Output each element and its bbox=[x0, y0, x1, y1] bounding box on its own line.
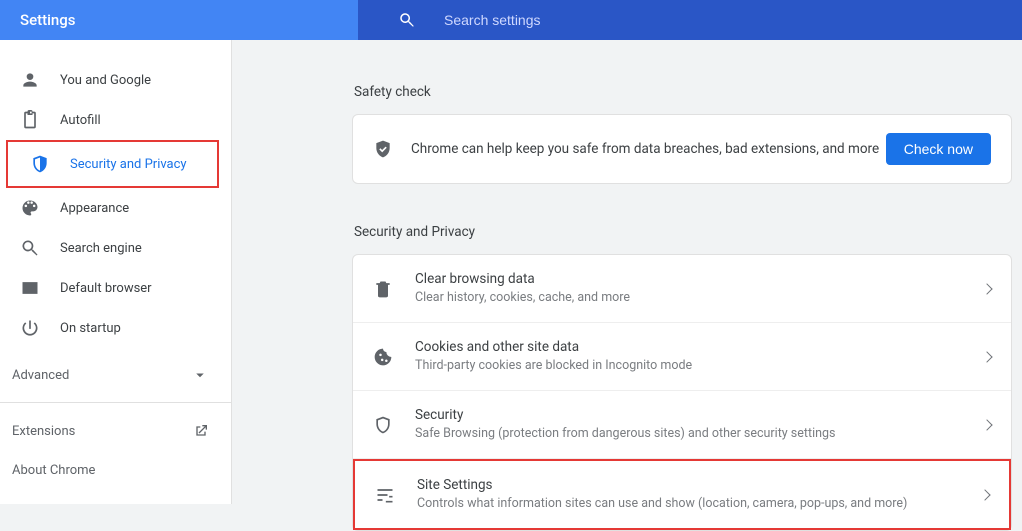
divider bbox=[0, 402, 231, 403]
chevron-right-icon bbox=[981, 283, 992, 294]
row-title: Security bbox=[415, 405, 973, 425]
highlight-security-and-privacy: Security and Privacy bbox=[6, 140, 219, 188]
sidebar-about-chrome-link[interactable]: About Chrome bbox=[0, 451, 231, 490]
safety-check-card: Chrome can help keep you safe from data … bbox=[352, 114, 1012, 184]
app-header: Settings bbox=[0, 0, 1022, 40]
body-wrap: You and Google Autofill Security and Pri… bbox=[0, 40, 1022, 504]
row-desc: Third-party cookies are blocked in Incog… bbox=[415, 357, 973, 376]
row-cookies[interactable]: Cookies and other site data Third-party … bbox=[353, 323, 1011, 391]
sidebar: You and Google Autofill Security and Pri… bbox=[0, 40, 232, 504]
sidebar-item-label: Appearance bbox=[60, 201, 129, 216]
sidebar-item-search-engine[interactable]: Search engine bbox=[0, 228, 223, 268]
security-and-privacy-heading: Security and Privacy bbox=[352, 214, 1012, 254]
safety-check-heading: Safety check bbox=[352, 74, 1012, 114]
row-text: Clear browsing data Clear history, cooki… bbox=[415, 269, 973, 308]
search-input[interactable] bbox=[444, 12, 744, 28]
security-and-privacy-card: Clear browsing data Clear history, cooki… bbox=[352, 254, 1012, 531]
sidebar-item-label: Autofill bbox=[60, 113, 101, 128]
highlight-site-settings: Site Settings Controls what information … bbox=[353, 459, 1011, 530]
open-external-icon bbox=[193, 423, 209, 439]
magnify-icon bbox=[20, 238, 40, 258]
check-now-button[interactable]: Check now bbox=[886, 133, 991, 165]
sidebar-advanced-toggle[interactable]: Advanced bbox=[0, 348, 231, 402]
safety-check-text: Chrome can help keep you safe from data … bbox=[411, 141, 879, 157]
shield-outline-icon bbox=[373, 415, 393, 435]
person-icon bbox=[20, 70, 40, 90]
shield-icon bbox=[30, 154, 50, 174]
header-search-region[interactable] bbox=[358, 0, 1022, 40]
browser-icon bbox=[20, 278, 40, 298]
chevron-right-icon bbox=[981, 419, 992, 430]
row-desc: Clear history, cookies, cache, and more bbox=[415, 289, 973, 308]
sidebar-item-label: Default browser bbox=[60, 281, 152, 296]
sidebar-item-label: You and Google bbox=[60, 73, 151, 88]
chevron-down-icon bbox=[191, 366, 209, 384]
header-title-region: Settings bbox=[0, 0, 358, 40]
chevron-right-icon bbox=[981, 351, 992, 362]
clipboard-icon bbox=[20, 110, 40, 130]
extensions-label: Extensions bbox=[12, 424, 75, 439]
sidebar-extensions-link[interactable]: Extensions bbox=[0, 411, 231, 451]
sidebar-item-on-startup[interactable]: On startup bbox=[0, 308, 223, 348]
sidebar-bottom-links: Extensions About Chrome bbox=[0, 407, 231, 490]
row-desc: Safe Browsing (protection from dangerous… bbox=[415, 425, 973, 444]
search-icon bbox=[398, 11, 416, 29]
advanced-label: Advanced bbox=[12, 368, 69, 383]
sidebar-item-label: Security and Privacy bbox=[70, 157, 187, 172]
row-title: Clear browsing data bbox=[415, 269, 973, 289]
sliders-icon bbox=[375, 485, 395, 505]
sidebar-item-you-and-google[interactable]: You and Google bbox=[0, 60, 223, 100]
about-label: About Chrome bbox=[12, 463, 95, 478]
page-title: Settings bbox=[20, 11, 76, 29]
cookie-icon bbox=[373, 347, 393, 367]
shield-check-icon bbox=[373, 139, 393, 159]
chevron-right-icon bbox=[979, 489, 990, 500]
sidebar-item-security-and-privacy[interactable]: Security and Privacy bbox=[10, 144, 215, 184]
row-title: Cookies and other site data bbox=[415, 337, 973, 357]
row-text: Site Settings Controls what information … bbox=[417, 475, 971, 514]
row-text: Cookies and other site data Third-party … bbox=[415, 337, 973, 376]
sidebar-item-default-browser[interactable]: Default browser bbox=[0, 268, 223, 308]
row-security[interactable]: Security Safe Browsing (protection from … bbox=[353, 391, 1011, 459]
row-desc: Controls what information sites can use … bbox=[417, 495, 971, 514]
sidebar-item-label: On startup bbox=[60, 321, 121, 336]
sidebar-item-appearance[interactable]: Appearance bbox=[0, 188, 223, 228]
row-clear-browsing-data[interactable]: Clear browsing data Clear history, cooki… bbox=[353, 255, 1011, 323]
row-site-settings[interactable]: Site Settings Controls what information … bbox=[355, 461, 1009, 528]
palette-icon bbox=[20, 198, 40, 218]
main-content: Safety check Chrome can help keep you sa… bbox=[232, 40, 1022, 504]
power-icon bbox=[20, 318, 40, 338]
row-text: Security Safe Browsing (protection from … bbox=[415, 405, 973, 444]
trash-icon bbox=[373, 279, 393, 299]
row-title: Site Settings bbox=[417, 475, 971, 495]
sidebar-item-autofill[interactable]: Autofill bbox=[0, 100, 223, 140]
sidebar-item-label: Search engine bbox=[60, 241, 142, 256]
safety-check-left: Chrome can help keep you safe from data … bbox=[373, 139, 879, 159]
